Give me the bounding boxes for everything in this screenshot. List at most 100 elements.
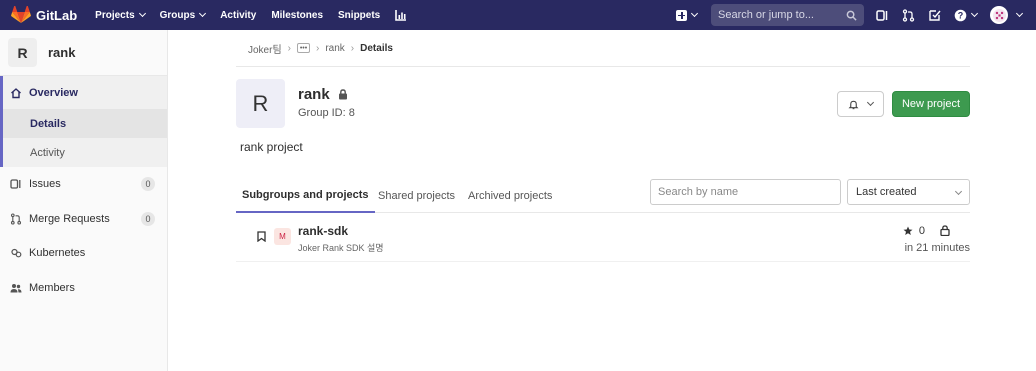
help-icon: ? [954, 9, 967, 21]
merge-requests-nav-button[interactable] [902, 8, 915, 22]
sort-selected-value: Last created [856, 186, 917, 198]
filter-search-input[interactable]: Search by name [650, 179, 841, 205]
breadcrumb-separator: › [316, 42, 320, 54]
svg-text:?: ? [958, 10, 964, 20]
group-sidebar: R rank Overview Details Activity Issues … [0, 30, 168, 371]
nav-groups-label: Groups [159, 9, 196, 21]
nav-milestones-label: Milestones [271, 9, 324, 21]
sidebar-item-label: Overview [29, 86, 78, 99]
nav-groups[interactable]: Groups [159, 9, 207, 21]
nav-snippets-label: Snippets [338, 9, 381, 21]
avatar [990, 6, 1008, 24]
group-avatar-large: R [236, 79, 285, 128]
breadcrumb-current[interactable]: Details [360, 43, 393, 54]
nav-projects-label: Projects [95, 9, 135, 21]
group-title: rank [298, 86, 348, 103]
chevron-down-icon [866, 98, 875, 107]
project-stars: 0 [903, 225, 925, 237]
breadcrumb-more-button[interactable]: ••• [297, 43, 310, 53]
search-input[interactable]: Search or jump to... [711, 4, 864, 26]
group-header: R rank Group ID: 8 New project [236, 79, 970, 139]
top-navbar: GitLab Projects Groups Activity Mileston… [0, 0, 1036, 30]
members-icon [10, 283, 22, 293]
project-avatar: M [274, 228, 291, 245]
sort-dropdown[interactable]: Last created [847, 179, 970, 205]
search-placeholder: Search or jump to... [718, 9, 814, 21]
brand-name: GitLab [36, 7, 78, 23]
kubernetes-icon [11, 249, 22, 258]
chevron-down-icon [138, 9, 146, 18]
lock-icon [338, 89, 347, 100]
sidebar-item-merge-requests[interactable]: Merge Requests 0 [0, 202, 167, 237]
chart-icon [395, 10, 407, 21]
sidebar-item-label: Kubernetes [29, 247, 86, 260]
nav-projects[interactable]: Projects [95, 9, 146, 21]
new-dropdown-button[interactable] [676, 9, 699, 21]
breadcrumb-group[interactable]: rank [325, 43, 344, 54]
identicon-icon [992, 8, 1006, 22]
issues-icon [876, 9, 888, 21]
chevron-down-icon [970, 9, 979, 18]
notification-dropdown-button[interactable] [837, 91, 884, 117]
nav-links: Projects Groups Activity Milestones Snip… [95, 9, 422, 21]
breadcrumb-separator: › [350, 42, 355, 54]
todos-nav-button[interactable] [928, 9, 941, 22]
nav-analytics[interactable] [395, 9, 407, 21]
merge-request-icon [10, 213, 22, 225]
tab-subgroups-and-projects[interactable]: Subgroups and projects [236, 179, 375, 213]
nav-milestones[interactable]: Milestones [271, 10, 323, 21]
sidebar-item-members[interactable]: Members [0, 271, 167, 306]
project-star-count: 0 [918, 225, 925, 237]
help-dropdown-button[interactable]: ? [954, 9, 979, 22]
gitlab-tanuki-icon [11, 6, 31, 23]
issues-nav-button[interactable] [876, 9, 889, 22]
lock-icon [940, 225, 950, 236]
breadcrumb: Joker팀 › ••• › rank › Details [236, 30, 970, 67]
chevron-down-icon [199, 9, 207, 18]
chevron-down-icon [954, 187, 963, 196]
chevron-down-icon [1015, 9, 1024, 18]
todo-check-icon [929, 9, 941, 21]
merge-request-icon [902, 8, 915, 22]
merge-requests-count-badge: 0 [141, 211, 155, 226]
main-content: Joker팀 › ••• › rank › Details R rank Gro… [236, 30, 970, 262]
group-name: rank [298, 86, 330, 103]
issues-icon [10, 179, 21, 189]
nav-activity-label: Activity [220, 9, 257, 21]
breadcrumb-root[interactable]: Joker팀 [248, 41, 282, 56]
group-avatar: R [8, 38, 37, 67]
sidebar-item-issues[interactable]: Issues 0 [0, 167, 167, 202]
sidebar-subitem-details[interactable]: Details [3, 109, 167, 138]
bookmark-icon [257, 231, 266, 242]
project-updated-time: in 21 minutes [904, 242, 970, 254]
sidebar-subitem-activity[interactable]: Activity [3, 138, 167, 167]
gitlab-logo[interactable]: GitLab [11, 6, 77, 24]
project-description: Joker Rank SDK 설명 [298, 243, 384, 253]
tab-archived-projects[interactable]: Archived projects [468, 179, 552, 213]
projects-tabs: Subgroups and projects Shared projects A… [236, 179, 970, 213]
star-icon [903, 226, 913, 235]
chevron-down-icon [690, 9, 699, 18]
sidebar-item-kubernetes[interactable]: Kubernetes [0, 236, 167, 271]
sidebar-group-header[interactable]: R rank [0, 30, 167, 76]
search-icon [846, 10, 857, 21]
plus-square-icon [676, 9, 687, 21]
list-item[interactable]: M rank-sdk Joker Rank SDK 설명 0 in 21 min… [236, 213, 970, 262]
sidebar-item-label: Merge Requests [29, 212, 110, 225]
breadcrumb-separator: › [287, 42, 291, 54]
sidebar-overview-group: Overview Details Activity [0, 76, 167, 167]
issues-count-badge: 0 [141, 177, 155, 191]
user-menu-button[interactable] [990, 6, 1024, 24]
sidebar-item-label: Issues [29, 178, 61, 191]
nav-snippets[interactable]: Snippets [338, 10, 380, 21]
bell-icon [848, 100, 859, 109]
new-project-button[interactable]: New project [892, 91, 970, 117]
project-name[interactable]: rank-sdk [298, 224, 348, 238]
sidebar-item-overview[interactable]: Overview [3, 76, 167, 109]
nav-activity[interactable]: Activity [220, 10, 256, 21]
tab-shared-projects[interactable]: Shared projects [378, 179, 455, 213]
sidebar-item-label: Members [29, 281, 75, 294]
filter-search-placeholder: Search by name [658, 186, 739, 198]
home-icon [11, 87, 21, 98]
group-description: rank project [240, 140, 303, 154]
